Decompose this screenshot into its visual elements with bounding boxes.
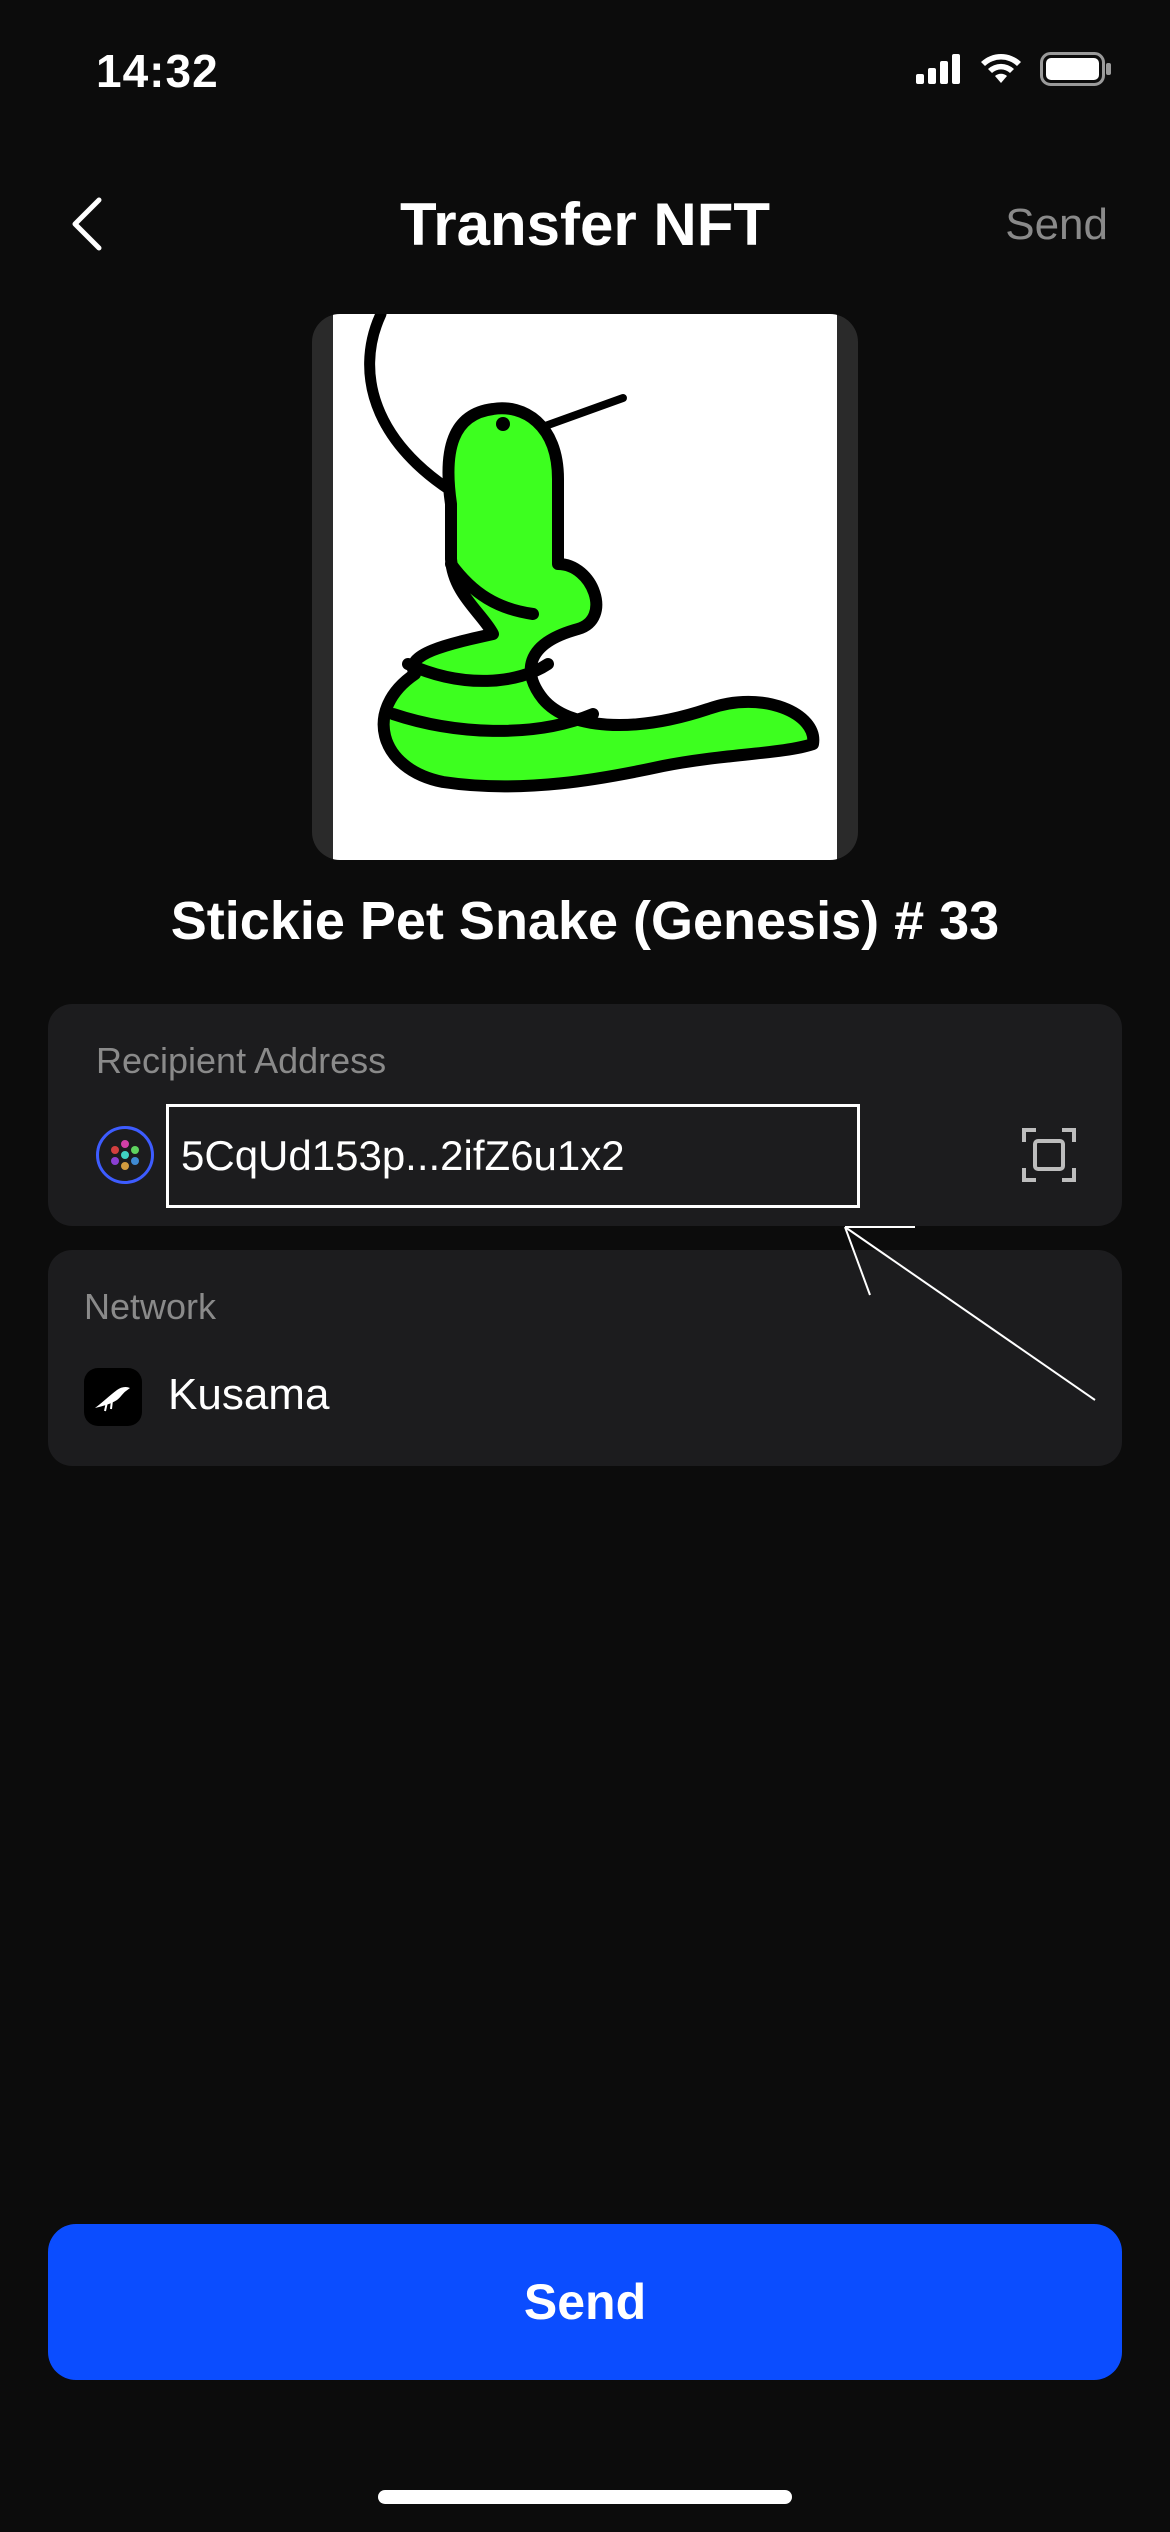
recipient-address-label: Recipient Address bbox=[96, 1040, 387, 1081]
recipient-address-field[interactable] bbox=[166, 1104, 860, 1208]
scan-button[interactable] bbox=[1020, 1126, 1078, 1184]
recipient-address-input[interactable] bbox=[181, 1132, 841, 1180]
recipient-address-card: Recipient Address bbox=[48, 1004, 1122, 1226]
network-label: Network bbox=[84, 1286, 217, 1327]
page-title: Transfer NFT bbox=[399, 191, 771, 258]
nft-name: Stickie Pet Snake (Genesis) # 33 bbox=[170, 891, 1000, 951]
send-button[interactable]: Send bbox=[48, 2224, 1122, 2380]
battery-icon bbox=[1040, 52, 1112, 91]
wifi-icon bbox=[980, 53, 1022, 90]
scan-icon bbox=[1020, 1128, 1078, 1188]
recipient-avatar-icon bbox=[96, 1126, 154, 1184]
status-time: 14:32 bbox=[96, 45, 219, 97]
home-indicator[interactable] bbox=[378, 2490, 792, 2504]
network-name: Kusama bbox=[168, 1370, 330, 1419]
annotation-arrow bbox=[830, 1215, 1110, 1415]
kusama-logo-icon bbox=[84, 1368, 142, 1426]
nft-artwork bbox=[333, 314, 837, 860]
transfer-nft-screen: 14:32 Transfer NFT Send Stickie Pet Snak… bbox=[0, 0, 1170, 2532]
header-send-button[interactable]: Send bbox=[1005, 200, 1108, 250]
nft-image bbox=[312, 314, 858, 860]
status-icons bbox=[916, 52, 1112, 91]
signal-icon bbox=[916, 54, 962, 89]
